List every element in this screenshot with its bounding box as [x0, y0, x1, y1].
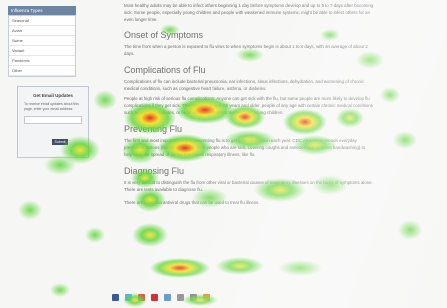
digg-icon[interactable] [164, 294, 171, 301]
heading-onset: Onset of Symptoms [124, 30, 204, 40]
twitter-icon[interactable] [125, 294, 132, 301]
treatment-paragraph: There are influenza antiviral drugs that… [124, 200, 260, 205]
sidebar-item-other[interactable]: Other [9, 66, 75, 76]
onset-paragraph: The time from when a person is exposed t… [124, 44, 368, 56]
email-updates-box: Get Email Updates To receive email updat… [17, 86, 89, 158]
pinterest-icon[interactable] [151, 294, 158, 301]
sidebar-list: Seasonal Avian Swine Variant Pandemic Ot… [8, 15, 76, 77]
submit-button[interactable]: Submit [52, 139, 68, 145]
email-icon[interactable] [177, 294, 184, 301]
browser-screen: Influenza Types Seasonal Avian Swine Var… [0, 0, 447, 308]
intro-paragraph: Most healthy adults may be able to infec… [124, 3, 374, 22]
sidebar-item-pandemic[interactable]: Pandemic [9, 56, 75, 66]
sidebar-header[interactable]: Influenza Types [8, 6, 76, 15]
complications-paragraph: Complications of flu can include bacteri… [124, 79, 365, 91]
diagnosing-paragraph: It is very difficult to distinguish the … [124, 180, 373, 192]
google-plus-icon[interactable] [138, 294, 145, 301]
print-icon[interactable] [190, 294, 197, 301]
heading-preventing: Preventing Flu [124, 124, 183, 134]
sidebar-item-seasonal[interactable]: Seasonal [9, 16, 75, 26]
heading-diagnosing: Diagnosing Flu [124, 166, 185, 176]
email-updates-description: To receive email updates about this page… [24, 102, 79, 111]
high-risk-paragraph: People at high risk of serious flu compl… [124, 96, 373, 115]
preventing-paragraph: The first and most important step in pre… [124, 138, 366, 157]
article-content: Most healthy adults may be able to infec… [124, 0, 374, 206]
sidebar-item-swine[interactable]: Swine [9, 36, 75, 46]
sidebar-item-variant[interactable]: Variant [9, 46, 75, 56]
share-icon[interactable] [203, 294, 210, 301]
heading-complications: Complications of Flu [124, 65, 206, 75]
facebook-icon[interactable] [112, 294, 119, 301]
email-updates-title: Get Email Updates [33, 93, 73, 98]
sidebar: Influenza Types Seasonal Avian Swine Var… [8, 6, 76, 77]
share-toolbar [112, 294, 232, 304]
sidebar-item-avian[interactable]: Avian [9, 26, 75, 36]
email-field[interactable] [24, 116, 82, 124]
